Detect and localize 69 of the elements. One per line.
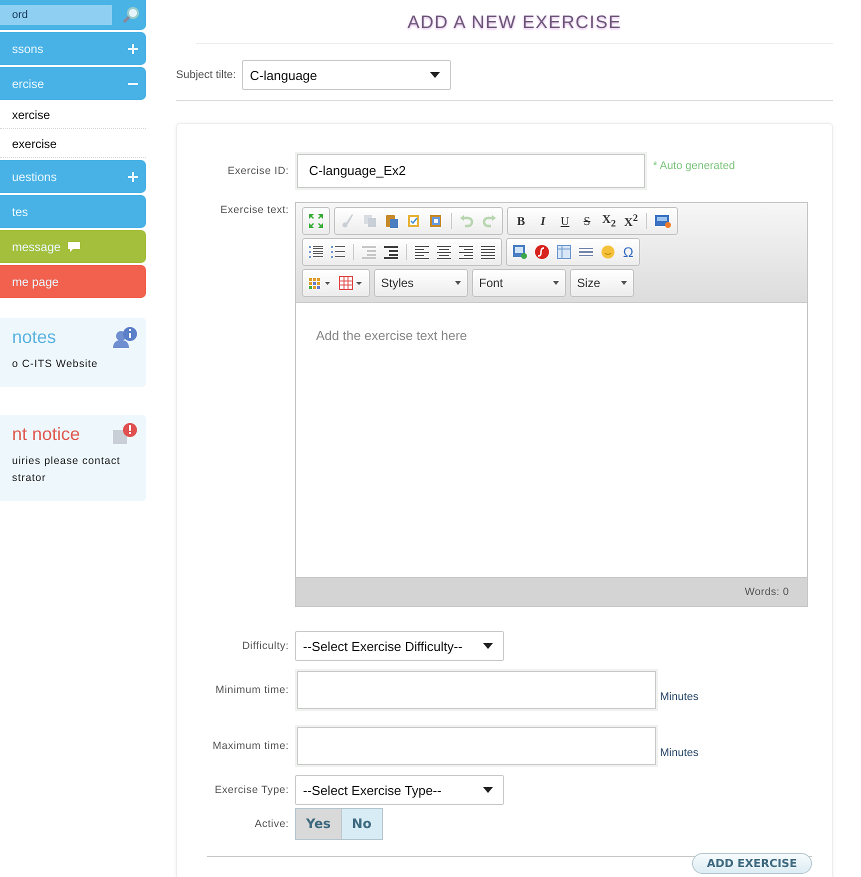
exercise-type-select[interactable]: --Select Exercise Type-- <box>295 775 504 805</box>
flash-icon[interactable] <box>535 245 549 259</box>
panel-title: nt notice <box>12 424 80 444</box>
field-label: Exercise ID: <box>226 165 290 177</box>
difficulty-select[interactable]: --Select Exercise Difficulty-- <box>295 631 504 661</box>
justify-icon[interactable] <box>481 245 495 259</box>
plus-icon[interactable] <box>128 44 138 54</box>
sidebar-subitem[interactable]: exercise <box>0 131 146 158</box>
page-title: ADD A NEW EXERCISE <box>196 12 833 44</box>
table-grid-button[interactable] <box>339 276 363 290</box>
text-area[interactable]: Add the exercise text here <box>296 302 807 577</box>
search-icon[interactable] <box>122 6 140 24</box>
minimum-time-field[interactable] <box>297 671 656 709</box>
format-button[interactable]: X$^{2}$ <box>624 212 638 230</box>
toggle-option[interactable]: Yes <box>296 809 342 839</box>
field-label: Difficulty: <box>241 640 290 652</box>
alert-icon <box>112 423 138 445</box>
maximize-icon[interactable] <box>309 214 323 228</box>
table-icon[interactable] <box>557 245 571 259</box>
insert-image-icon[interactable] <box>513 245 527 259</box>
panel-title: notes <box>12 326 56 348</box>
dropdown-arrow-icon <box>553 281 559 285</box>
search-field[interactable]: ord <box>0 0 146 30</box>
word-count: Words: 0 <box>744 586 789 598</box>
field-label: Minimum time: <box>214 684 290 696</box>
plus-icon[interactable] <box>128 172 138 182</box>
auto-generated-hint: * Auto generated <box>653 160 735 172</box>
toggle-option[interactable]: No <box>342 809 382 839</box>
toolbar-dropdown[interactable]: Size <box>570 269 634 297</box>
field-label: Subject tilte: <box>176 69 236 81</box>
image-icon[interactable] <box>655 214 671 228</box>
exercise-id-field[interactable]: C-language_Ex2 <box>297 154 645 188</box>
panel-text: uiries please contact strator <box>12 454 122 486</box>
unit-label: Minutes <box>660 691 699 703</box>
dropdown-arrow-icon <box>483 787 493 793</box>
dropdown-arrow-icon <box>483 643 493 649</box>
align-left-icon[interactable] <box>415 245 429 259</box>
numbered-list-icon[interactable] <box>309 245 323 259</box>
format-button[interactable]: S <box>580 214 594 228</box>
speech-bubble-icon <box>66 240 81 252</box>
dropdown-arrow-icon <box>621 281 627 285</box>
smiley-icon[interactable] <box>601 245 615 259</box>
clipboard-icon[interactable] <box>385 214 399 228</box>
field-label: Exercise text: <box>219 203 290 216</box>
unit-label: Minutes <box>660 747 699 759</box>
format-button[interactable]: X$_{2}$ <box>602 212 616 230</box>
indent-icon[interactable] <box>384 245 398 259</box>
format-button[interactable]: B <box>514 214 528 228</box>
format-button[interactable]: I <box>536 214 550 228</box>
field-label: Maximum time: <box>212 740 290 752</box>
dropdown-arrow-icon <box>430 72 440 78</box>
toolbar-dropdown[interactable]: Styles <box>374 269 468 297</box>
text-color-button[interactable] <box>309 277 331 289</box>
people-info-icon <box>112 326 138 348</box>
sidebar-subitem[interactable]: xercise <box>0 102 146 129</box>
horizontal-line-icon[interactable] <box>579 245 593 259</box>
add-exercise-button[interactable]: ADD EXERCISE <box>692 853 812 874</box>
format-button[interactable]: U <box>558 214 572 228</box>
align-center-icon[interactable] <box>437 245 451 259</box>
field-label: Active: <box>254 818 290 830</box>
align-right-icon[interactable] <box>459 245 473 259</box>
special-character-button[interactable]: Ω <box>623 244 634 260</box>
maximum-time-field[interactable] <box>297 727 656 765</box>
subject-select[interactable]: C-language <box>242 60 451 90</box>
bullet-list-icon[interactable] <box>331 245 345 259</box>
dropdown-arrow-icon <box>455 281 461 285</box>
panel-text: o C-ITS Website <box>12 357 99 372</box>
field-label: Exercise Type: <box>214 784 290 796</box>
toolbar-dropdown[interactable]: Font <box>472 269 566 297</box>
